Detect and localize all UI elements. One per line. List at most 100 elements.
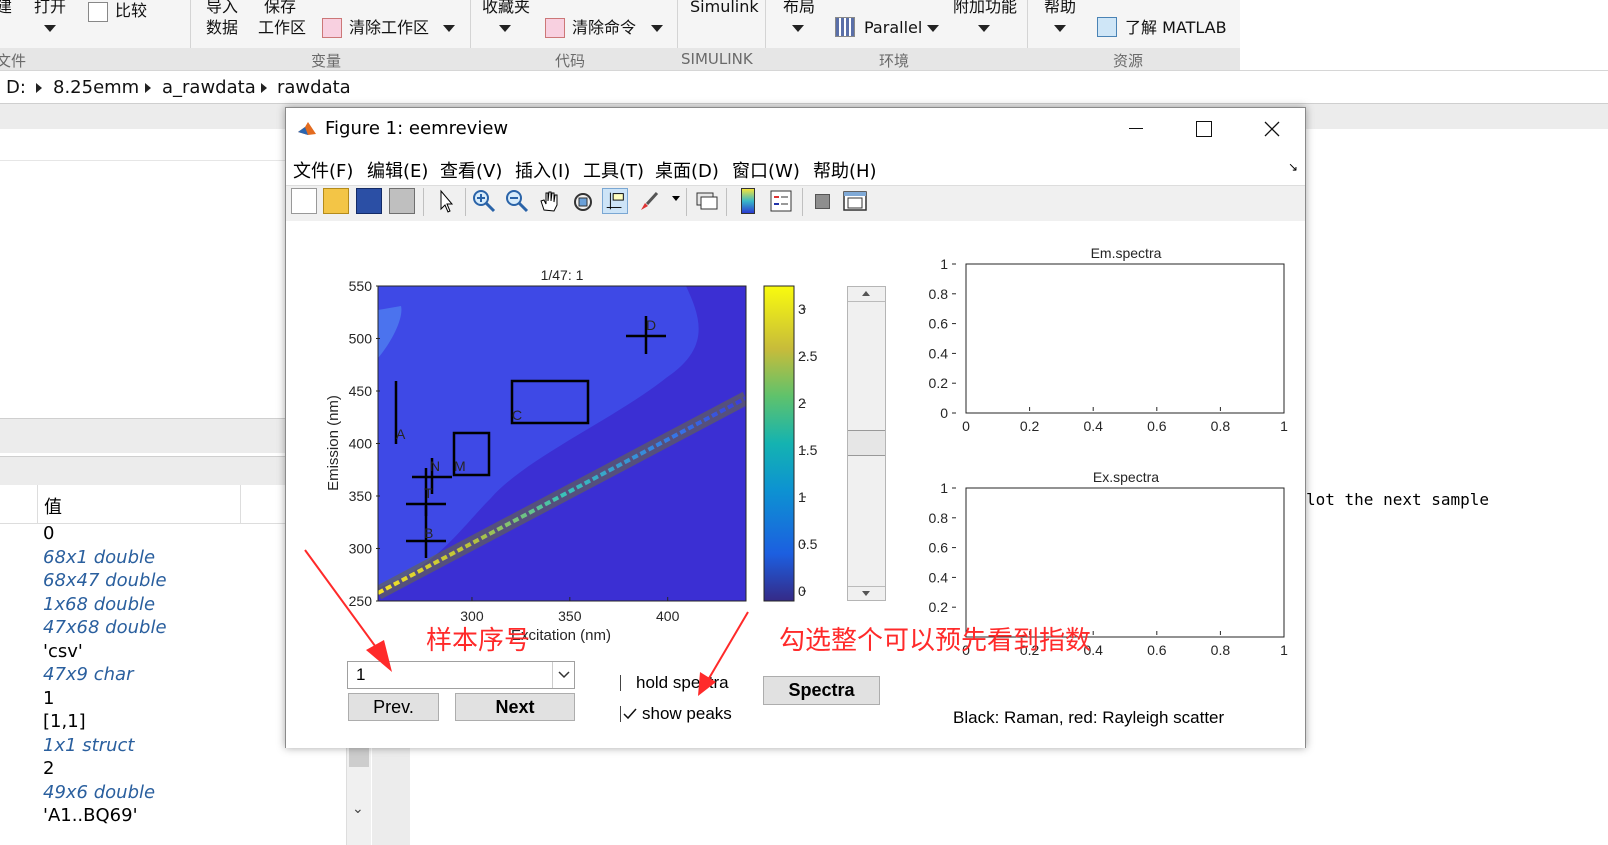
hold-spectra-checkbox[interactable] <box>620 675 636 691</box>
clear-commands-dropdown-icon[interactable] <box>651 25 663 32</box>
show-peaks-label[interactable]: show peaks <box>642 704 732 724</box>
ribbon-open-button[interactable]: 打开 <box>34 0 66 16</box>
workspace-value[interactable]: 'A1..BQ69' <box>43 805 138 826</box>
workspace-scroll-thumb[interactable] <box>349 747 369 767</box>
ribbon-group-label-bar <box>0 48 1240 70</box>
menu-edit[interactable]: 编辑(E) <box>367 157 428 183</box>
pointer-icon[interactable] <box>433 188 459 214</box>
ribbon-empty-area <box>1240 0 1608 71</box>
workspace-value[interactable]: 68x47 double <box>43 570 167 591</box>
parallel-dropdown-icon[interactable] <box>927 25 939 32</box>
menu-file[interactable]: 文件(F) <box>293 157 353 183</box>
save-icon[interactable] <box>356 188 382 214</box>
ribbon-compare-button[interactable]: 比较 <box>115 2 147 20</box>
ribbon-save-workspace-label[interactable]: 工作区 <box>258 19 306 37</box>
em-x-tick-label: 0.2 <box>1020 418 1040 434</box>
brush-dropdown-icon[interactable] <box>672 196 680 201</box>
zoom-in-icon[interactable] <box>471 188 497 214</box>
group-label-code: 代码 <box>555 52 586 70</box>
prev-button[interactable]: Prev. <box>348 693 439 721</box>
eem-y-tick-label: 250 <box>349 593 373 609</box>
ribbon-save-label[interactable]: 保存 <box>264 0 296 16</box>
select-divider <box>552 662 553 688</box>
ribbon-favorites-label[interactable]: 收藏夹 <box>482 0 530 16</box>
ribbon-addons-label[interactable]: 附加功能 <box>953 0 1017 16</box>
parallel-button[interactable]: Parallel <box>864 19 922 37</box>
matlab-logo-icon <box>296 118 318 138</box>
show-plot-tools-icon[interactable] <box>842 188 868 214</box>
hide-plot-tools-icon[interactable] <box>815 194 830 209</box>
current-folder-breadcrumb[interactable]: D: 8.25emm a_rawdata rawdata <box>0 71 1608 104</box>
pan-icon[interactable] <box>537 188 563 214</box>
workspace-value[interactable]: 68x1 double <box>43 547 155 568</box>
menu-help[interactable]: 帮助(H) <box>813 157 877 183</box>
data-cursor-icon[interactable] <box>602 188 628 214</box>
sample-select[interactable]: 1 <box>347 661 575 689</box>
eem-plot-title: 1/47: 1 <box>541 267 584 283</box>
slider-up-button[interactable] <box>848 287 885 302</box>
favorites-dropdown-icon[interactable] <box>499 25 511 32</box>
clear-workspace-button[interactable]: 清除工作区 <box>349 19 429 37</box>
ribbon-layout-label[interactable]: 布局 <box>783 0 815 16</box>
close-icon[interactable] <box>1264 121 1280 137</box>
workspace-value[interactable]: 49x6 double <box>43 782 155 803</box>
clear-commands-button[interactable]: 清除命令 <box>572 19 636 37</box>
new-figure-icon[interactable] <box>291 188 317 214</box>
workspace-value[interactable]: 2 <box>43 758 54 779</box>
menu-desktop[interactable]: 桌面(D) <box>655 157 719 183</box>
minimize-button[interactable] <box>1129 118 1143 132</box>
breadcrumb-folder-3[interactable]: rawdata <box>277 77 351 98</box>
colorbar[interactable]: 00.511.522.53 <box>756 278 826 608</box>
slider-thumb[interactable] <box>848 430 885 456</box>
ribbon-import-data-label[interactable]: 数据 <box>206 19 238 37</box>
breadcrumb-folder-2[interactable]: a_rawdata <box>162 77 256 98</box>
clear-workspace-dropdown-icon[interactable] <box>443 25 455 32</box>
spectra-button[interactable]: Spectra <box>763 676 880 705</box>
addons-dropdown-icon[interactable] <box>978 25 990 32</box>
ribbon-import-label[interactable]: 导入 <box>206 0 238 16</box>
menu-insert[interactable]: 插入(I) <box>515 157 570 183</box>
menu-view[interactable]: 查看(V) <box>440 157 502 183</box>
workspace-value[interactable]: 1x1 struct <box>43 735 134 756</box>
slider-down-button[interactable] <box>848 586 885 601</box>
workspace-value[interactable]: 1x68 double <box>43 594 155 615</box>
workspace-value[interactable]: 1 <box>43 688 54 709</box>
em-x-tick-label: 0 <box>962 418 970 434</box>
link-plot-icon[interactable] <box>694 188 720 214</box>
show-peaks-checkbox[interactable] <box>620 706 637 722</box>
open-file-icon[interactable] <box>323 188 349 214</box>
workspace-value-column-header[interactable]: 值 <box>44 493 62 519</box>
workspace-value[interactable]: 'csv' <box>43 641 83 662</box>
menu-window[interactable]: 窗口(W) <box>732 157 800 183</box>
chevron-down-icon <box>558 671 570 679</box>
breadcrumb-folder-1[interactable]: 8.25emm <box>53 77 139 98</box>
open-dropdown-arrow-icon[interactable] <box>44 25 56 32</box>
legend-icon[interactable] <box>768 188 794 214</box>
colorbar-icon[interactable] <box>741 188 755 214</box>
menu-tools[interactable]: 工具(T) <box>583 157 644 183</box>
workspace-value[interactable]: 47x68 double <box>43 617 167 638</box>
help-dropdown-icon[interactable] <box>1054 25 1066 32</box>
layout-dropdown-icon[interactable] <box>792 25 804 32</box>
workspace-value[interactable]: 47x9 char <box>43 664 133 685</box>
rotate-3d-icon[interactable] <box>570 188 596 214</box>
workspace-value[interactable]: 0 <box>43 523 54 544</box>
ribbon-simulink-button[interactable]: Simulink <box>690 0 759 16</box>
print-icon[interactable] <box>389 188 415 214</box>
next-button[interactable]: Next <box>455 693 575 721</box>
brush-icon[interactable] <box>636 188 662 214</box>
breadcrumb-drive[interactable]: D: <box>6 77 26 98</box>
zoom-out-icon[interactable] <box>504 188 530 214</box>
em-spectra-axes[interactable]: Em.spectra 0 0.2 0.4 0.6 0.8 1 0 0.2 0.4 0.6 0.8 1 <box>926 238 1296 438</box>
workspace-value[interactable]: [1,1] <box>43 711 86 732</box>
ribbon-new-label[interactable]: 建 <box>0 0 12 16</box>
hold-spectra-box-edge <box>620 675 621 691</box>
clear-workspace-icon <box>322 18 342 38</box>
ribbon-help-label[interactable]: 帮助 <box>1044 0 1076 16</box>
hold-spectra-label[interactable]: hold spectra <box>636 673 729 693</box>
learn-matlab-button[interactable]: 了解 MATLAB <box>1125 19 1227 37</box>
dock-arrow-icon[interactable]: ↘ <box>1288 160 1298 174</box>
sample-slider[interactable] <box>847 286 886 601</box>
scroll-down-arrow-icon[interactable]: ⌄ <box>352 801 364 817</box>
maximize-button[interactable] <box>1196 121 1212 137</box>
